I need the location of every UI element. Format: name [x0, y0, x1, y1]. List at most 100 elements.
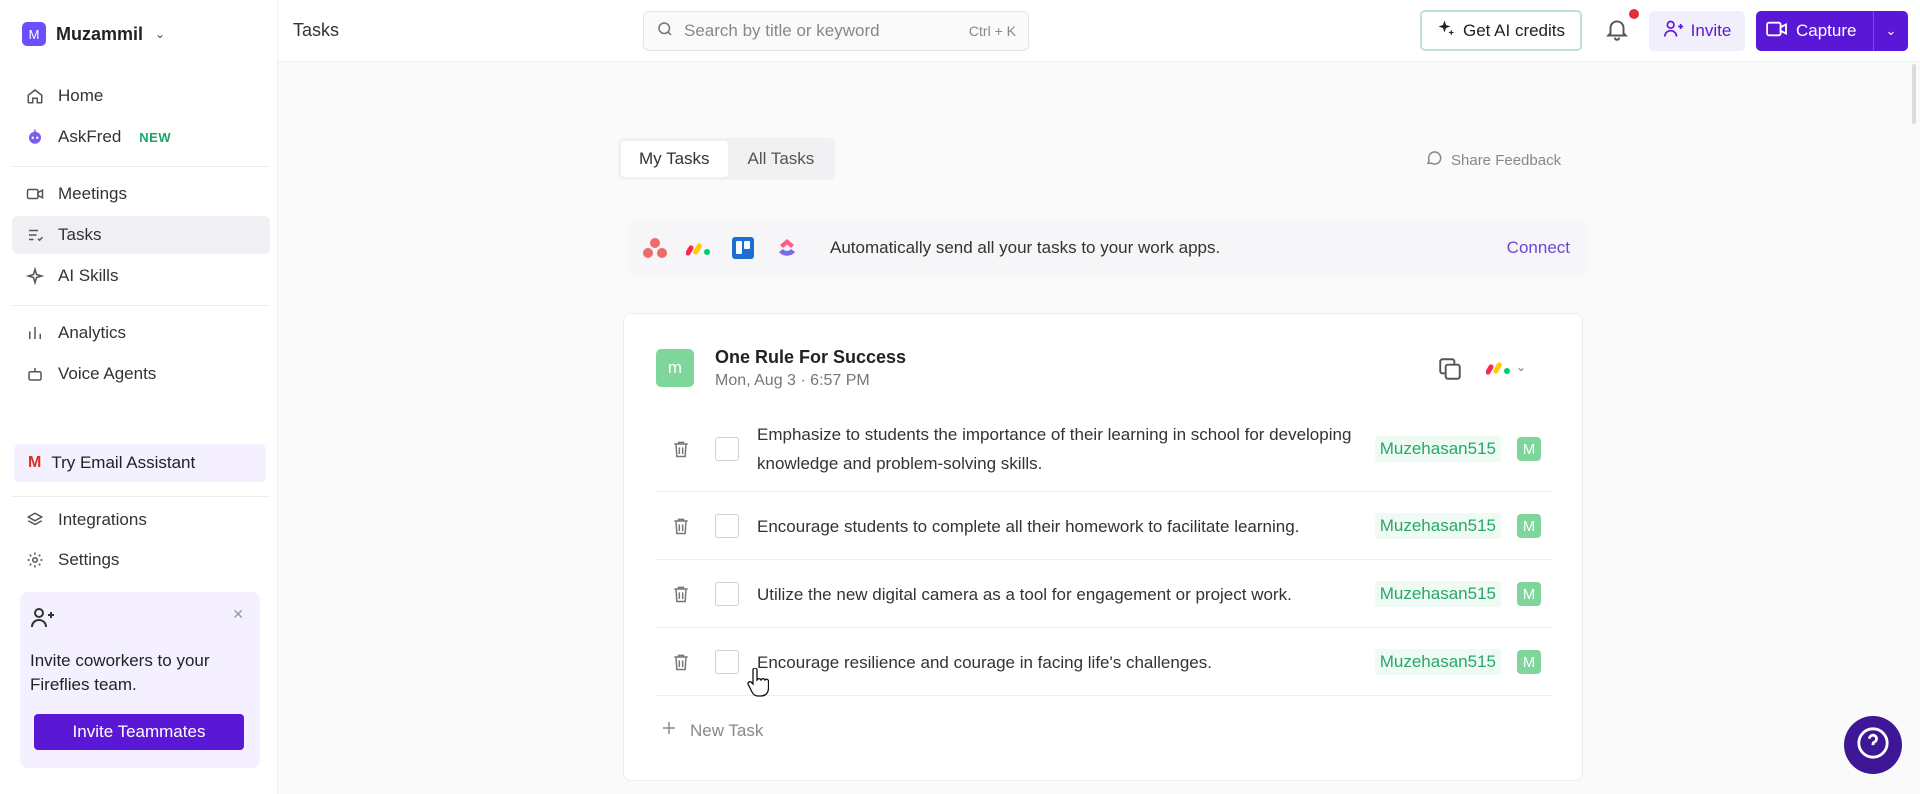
task-row: Encourage students to complete all their…: [656, 493, 1553, 560]
sidebar-item-askfred[interactable]: AskFred NEW: [12, 118, 270, 156]
home-icon: [26, 87, 44, 105]
trash-icon[interactable]: [668, 436, 694, 462]
page-title: Tasks: [293, 20, 340, 40]
sidebar-item-meetings[interactable]: Meetings: [12, 175, 270, 213]
tasks-icon: [26, 226, 44, 244]
new-badge: NEW: [139, 129, 172, 145]
tab-all-tasks[interactable]: All Tasks: [730, 141, 833, 177]
sidebar-item-ai-skills[interactable]: AI Skills: [12, 257, 270, 295]
search-input[interactable]: Search by title or keyword Ctrl + K: [643, 11, 1029, 51]
sidebar-item-label: Settings: [58, 550, 120, 569]
capture-button[interactable]: Capture ⌄: [1756, 11, 1908, 51]
bell-icon[interactable]: [1604, 16, 1634, 46]
task-assignee[interactable]: Muzehasan515: [1374, 513, 1501, 539]
meeting-date: Mon, Aug 3 · 6:57 PM: [715, 372, 870, 389]
search-icon: [656, 20, 674, 43]
new-task-label: New Task: [690, 720, 764, 740]
assignee-avatar: M: [1517, 514, 1541, 538]
meeting-title[interactable]: One Rule For Success: [715, 347, 906, 368]
meeting-avatar: m: [656, 349, 694, 387]
task-assignee[interactable]: Muzehasan515: [1374, 581, 1501, 607]
connect-link[interactable]: Connect: [1507, 238, 1570, 258]
trash-icon[interactable]: [668, 581, 694, 607]
share-feedback-link[interactable]: Share Feedback: [1425, 149, 1561, 171]
sidebar-item-analytics[interactable]: Analytics: [12, 314, 270, 352]
sidebar-item-settings[interactable]: Settings: [12, 541, 270, 579]
email-assistant-label: Try Email Assistant: [51, 453, 196, 472]
plus-icon: [660, 719, 678, 742]
workspace-name: Muzammil: [56, 23, 144, 44]
task-checkbox[interactable]: [715, 514, 739, 538]
sidebar-item-label: AskFred: [58, 127, 122, 146]
workspace-avatar: M: [22, 22, 46, 46]
video-icon: [26, 185, 44, 203]
search-placeholder: Search by title or keyword: [684, 21, 880, 40]
assignee-avatar: M: [1517, 582, 1541, 606]
app-icons: [640, 233, 802, 263]
meeting-task-card: m One Rule For Success Mon, Aug 3 · 6:57…: [623, 313, 1583, 781]
capture-main[interactable]: Capture: [1756, 11, 1874, 51]
task-assignee[interactable]: Muzehasan515: [1374, 436, 1501, 462]
invite-teammates-button[interactable]: Invite Teammates: [34, 714, 244, 750]
sidebar-item-label: AI Skills: [58, 266, 119, 285]
gear-icon: [26, 551, 44, 569]
share-feedback-label: Share Feedback: [1451, 151, 1562, 169]
search-shortcut: Ctrl + K: [968, 23, 1016, 39]
robot-icon: [26, 128, 44, 146]
new-task-button[interactable]: New Task: [660, 719, 763, 742]
chevron-down-icon: ⌄: [1516, 360, 1527, 374]
task-text[interactable]: Encourage students to complete all their…: [757, 512, 1357, 541]
bar-chart-icon: [26, 324, 44, 342]
sidebar-item-voice-agents[interactable]: Voice Agents: [12, 355, 270, 393]
trash-icon[interactable]: [668, 649, 694, 675]
add-user-icon: [1663, 19, 1685, 44]
ai-credits-label: Get AI credits: [1462, 20, 1566, 40]
add-user-icon: [30, 608, 56, 634]
sidebar-item-tasks[interactable]: Tasks: [12, 216, 270, 254]
invite-label: Invite: [1690, 21, 1732, 40]
trash-icon[interactable]: [668, 513, 694, 539]
sidebar-item-label: Voice Agents: [58, 364, 157, 383]
sidebar-item-home[interactable]: Home: [12, 77, 270, 115]
invite-button[interactable]: Invite: [1649, 11, 1745, 51]
tab-my-tasks[interactable]: My Tasks: [621, 141, 728, 177]
gmail-icon: M: [28, 454, 42, 471]
get-ai-credits-button[interactable]: Get AI credits: [1420, 10, 1582, 51]
divider: [12, 166, 270, 167]
clickup-icon: [772, 233, 802, 263]
task-row: Encourage resilience and courage in faci…: [656, 629, 1553, 696]
task-text[interactable]: Utilize the new digital camera as a tool…: [757, 580, 1357, 609]
task-row: Emphasize to students the importance of …: [656, 407, 1553, 492]
invite-card-text: Invite coworkers to your Fireflies team.: [30, 651, 210, 694]
scrollbar-thumb[interactable]: [1912, 64, 1916, 124]
try-email-assistant-button[interactable]: M Try Email Assistant: [14, 444, 266, 482]
sidebar-item-integrations[interactable]: Integrations: [12, 501, 270, 539]
sparkle-icon: [1437, 19, 1455, 42]
task-checkbox[interactable]: [715, 437, 739, 461]
task-checkbox[interactable]: [715, 650, 739, 674]
divider: [12, 496, 270, 497]
question-mark-icon: [1856, 726, 1890, 765]
assignee-avatar: M: [1517, 650, 1541, 674]
copy-icon[interactable]: [1437, 356, 1463, 382]
invite-coworkers-card: ✕ Invite coworkers to your Fireflies tea…: [20, 592, 260, 768]
close-icon[interactable]: ✕: [232, 606, 244, 623]
monday-export-dropdown[interactable]: ⌄: [1486, 358, 1526, 376]
help-button[interactable]: [1844, 716, 1902, 774]
notification-dot: [1629, 9, 1639, 19]
task-checkbox[interactable]: [715, 582, 739, 606]
sidebar: M Muzammil ⌄ Home AskFred NEW Meetings T…: [0, 0, 278, 794]
task-row: Utilize the new digital camera as a tool…: [656, 561, 1553, 628]
sidebar-item-label: Analytics: [58, 323, 127, 342]
layers-icon: [26, 511, 44, 529]
task-text[interactable]: Emphasize to students the importance of …: [757, 420, 1357, 478]
chat-bubble-icon: [1425, 149, 1443, 171]
trello-icon: [728, 233, 758, 263]
task-assignee[interactable]: Muzehasan515: [1374, 649, 1501, 675]
chevron-down-icon[interactable]: ⌄: [1874, 23, 1908, 39]
sidebar-item-label: Integrations: [58, 510, 147, 529]
task-text[interactable]: Encourage resilience and courage in faci…: [757, 648, 1357, 677]
top-bar: Tasks Search by title or keyword Ctrl + …: [278, 0, 1920, 62]
hand-pointer-icon: [747, 667, 770, 698]
workspace-switcher[interactable]: M Muzammil ⌄: [22, 22, 165, 46]
